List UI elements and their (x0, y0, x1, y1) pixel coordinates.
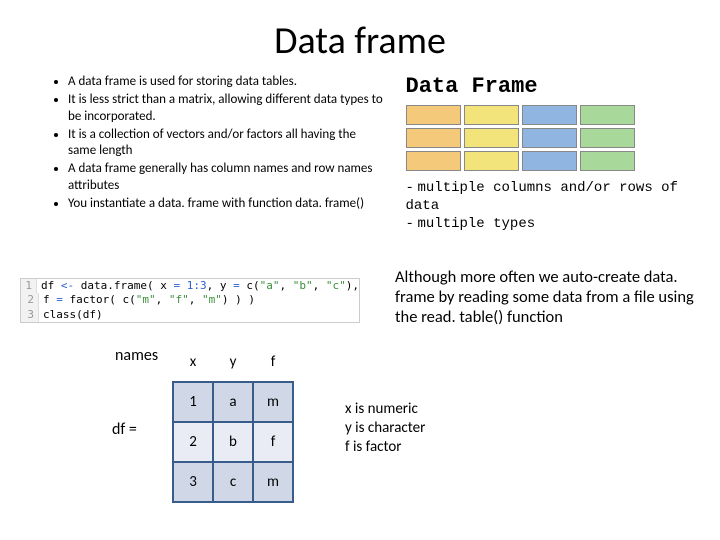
table-cell: 1 (173, 382, 213, 422)
bullet-item: It is a collection of vectors and/or fac… (68, 127, 386, 160)
content-row: A data frame is used for storing data ta… (0, 74, 720, 234)
col-header: y (213, 342, 253, 382)
table-cell: a (213, 382, 253, 422)
col-header: f (253, 342, 293, 382)
bullet-item: A data frame is used for storing data ta… (68, 74, 386, 90)
bullet-item: A data frame generally has column names … (68, 161, 386, 194)
type-note-line: f is factor (345, 438, 425, 457)
type-notes: x is numeric y is character f is factor (345, 400, 425, 456)
line-number: 1 (21, 279, 37, 293)
line-number: 2 (21, 293, 39, 307)
line-number: 3 (21, 308, 39, 322)
type-note-line: x is numeric (345, 400, 425, 419)
diagram-note: multiple types (418, 216, 536, 232)
bullet-item: It is less strict than a matrix, allowin… (68, 92, 386, 125)
diagram-notes: -multiple columns and/or rows of data -m… (406, 179, 681, 234)
table-cell: m (253, 462, 293, 502)
table-cell: c (213, 462, 253, 502)
code-text: df <- data.frame( x = 1:3, y = c("a", "b… (37, 279, 359, 293)
slide-title: Data frame (0, 0, 720, 74)
bullet-list: A data frame is used for storing data ta… (50, 74, 386, 234)
table-cell: 2 (173, 422, 213, 462)
type-note-line: y is character (345, 419, 425, 438)
dataframe-grid-icon (406, 105, 681, 171)
code-text: class(df) (39, 308, 103, 322)
diagram-heading: Data Frame (406, 74, 681, 99)
col-header: x (173, 342, 213, 382)
table-cell: m (253, 382, 293, 422)
code-snippet: 1df <- data.frame( x = 1:3, y = c("a", "… (20, 278, 360, 323)
diagram-note: multiple columns and/or rows of data (406, 180, 678, 214)
paragraph-text: Although more often we auto-create data.… (395, 268, 695, 327)
table-cell: f (253, 422, 293, 462)
names-label: names (115, 346, 158, 365)
diagram-panel: Data Frame -multiple columns and/or rows… (406, 74, 681, 234)
df-equals-label: df = (112, 420, 137, 439)
example-table: x y f 1 a m 2 b f 3 c m (172, 342, 294, 503)
code-text: f = factor( c("m", "f", "m") ) ) (39, 293, 255, 307)
table-cell: 3 (173, 462, 213, 502)
table-cell: b (213, 422, 253, 462)
bullet-item: You instantiate a data. frame with funct… (68, 196, 386, 212)
